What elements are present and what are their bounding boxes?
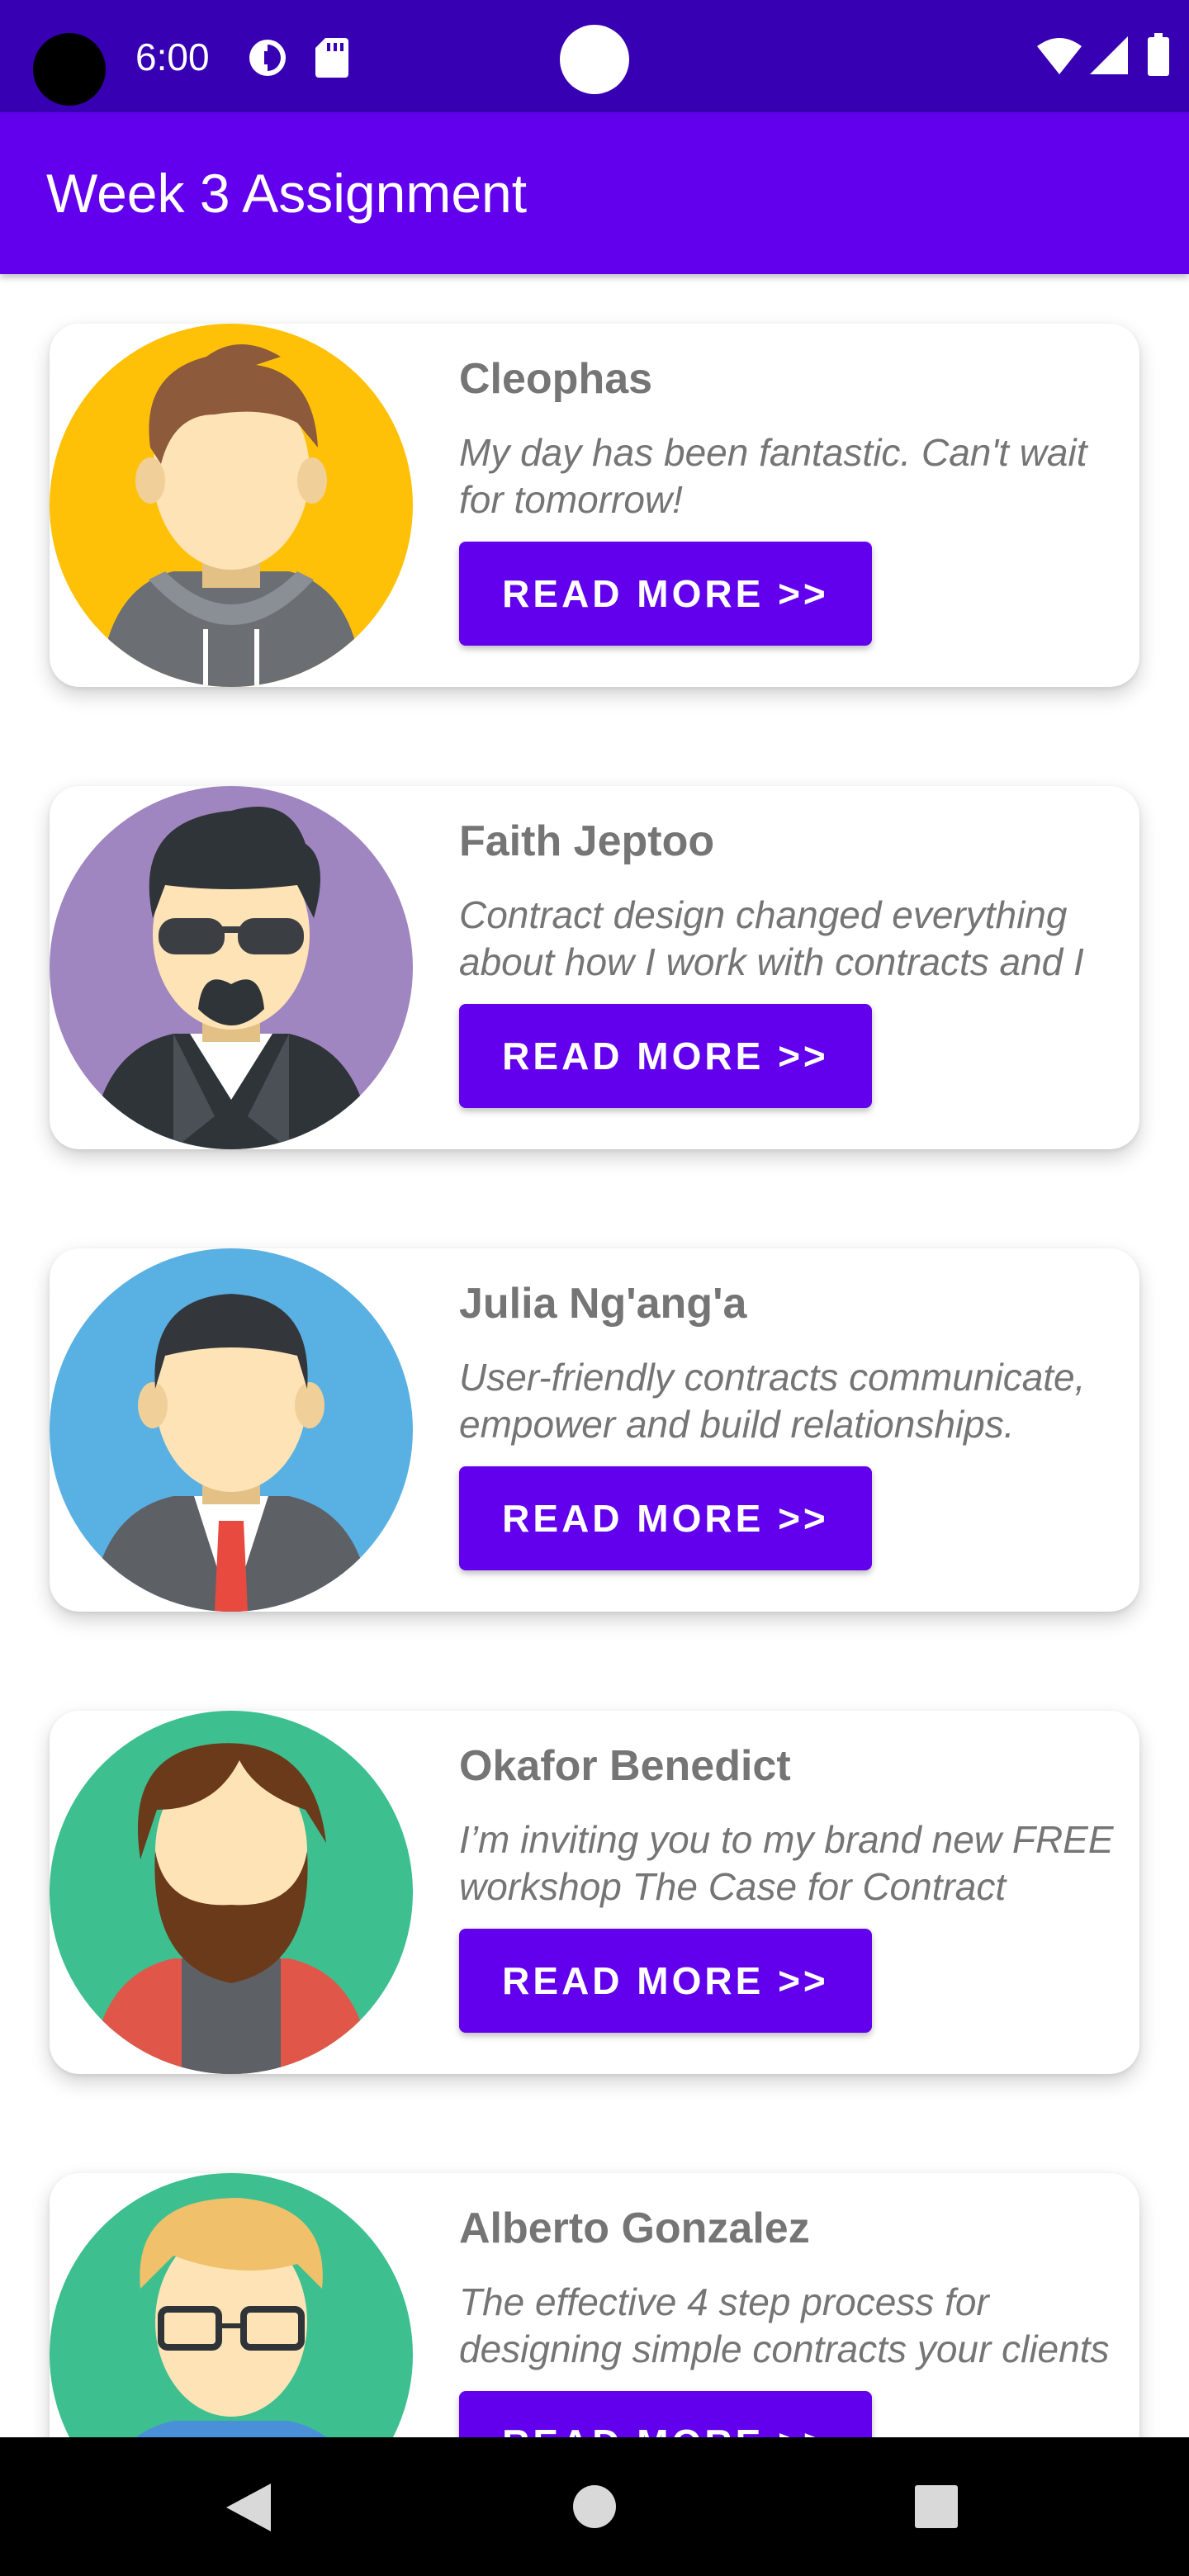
man-suit-avatar	[50, 1248, 413, 1612]
quote-container: User-friendly contracts communicate, emp…	[459, 1354, 1120, 1450]
profile-name: Okafor Benedict	[459, 1742, 791, 1790]
quote-container: The effective 4 step process for designi…	[459, 2279, 1120, 2375]
profile-list[interactable]: Cleophas My day has been fantastic. Can'…	[0, 274, 1189, 2437]
profile-quote: I’m inviting you to my brand new FREE wo…	[459, 1818, 1114, 1908]
back-icon[interactable]	[226, 2484, 271, 2531]
battery-icon	[1148, 33, 1169, 76]
profile-name: Alberto Gonzalez	[459, 2204, 810, 2252]
data-saver-icon	[249, 40, 286, 76]
read-more-button[interactable]: READ MORE >>	[459, 542, 872, 646]
app-bar: Week 3 Assignment	[0, 112, 1189, 274]
quote-container: My day has been fantastic. Can't wait fo…	[459, 429, 1120, 525]
read-more-button[interactable]: READ MORE >>	[459, 1004, 872, 1108]
man-beard-avatar	[50, 1711, 413, 2074]
read-more-button[interactable]: READ MORE >>	[459, 1929, 872, 2033]
profile-card[interactable]: Julia Ng'ang'a User-friendly contracts c…	[50, 1248, 1139, 1612]
status-bar: 6:00	[0, 0, 1189, 112]
app-title: Week 3 Assignment	[46, 163, 528, 224]
profile-name: Julia Ng'ang'a	[459, 1280, 747, 1328]
profile-card[interactable]: Okafor Benedict I’m inviting you to my b…	[50, 1711, 1139, 2074]
man-glasses-avatar	[50, 2173, 413, 2437]
wifi-icon	[1037, 38, 1082, 74]
read-more-button[interactable]: READ MORE >>	[459, 2391, 872, 2437]
profile-name: Cleophas	[459, 355, 653, 403]
profile-card[interactable]: Alberto Gonzalez The effective 4 step pr…	[50, 2173, 1139, 2437]
quote-container: Contract design changed everything about…	[459, 892, 1120, 987]
profile-name: Faith Jeptoo	[459, 817, 715, 865]
signal-icon	[1090, 36, 1128, 74]
profile-card[interactable]: Faith Jeptoo Contract design changed eve…	[50, 786, 1139, 1149]
status-time: 6:00	[135, 36, 210, 78]
camera-cutout	[33, 33, 106, 106]
sd-card-icon	[315, 38, 348, 78]
profile-quote: The effective 4 step process for designi…	[459, 2280, 1110, 2370]
man-sunglasses-avatar	[50, 786, 413, 1149]
profile-quote: My day has been fantastic. Can't wait fo…	[459, 431, 1087, 521]
profile-quote: Contract design changed everything about…	[459, 893, 1084, 983]
front-camera	[560, 25, 629, 94]
home-icon[interactable]	[573, 2485, 616, 2528]
navigation-bar	[0, 2437, 1189, 2576]
man-hoodie-avatar	[50, 324, 413, 687]
quote-container: I’m inviting you to my brand new FREE wo…	[459, 1816, 1120, 1912]
profile-card[interactable]: Cleophas My day has been fantastic. Can'…	[50, 324, 1139, 687]
recents-icon[interactable]	[915, 2485, 958, 2528]
read-more-button[interactable]: READ MORE >>	[459, 1466, 872, 1570]
profile-quote: User-friendly contracts communicate, emp…	[459, 1356, 1086, 1446]
